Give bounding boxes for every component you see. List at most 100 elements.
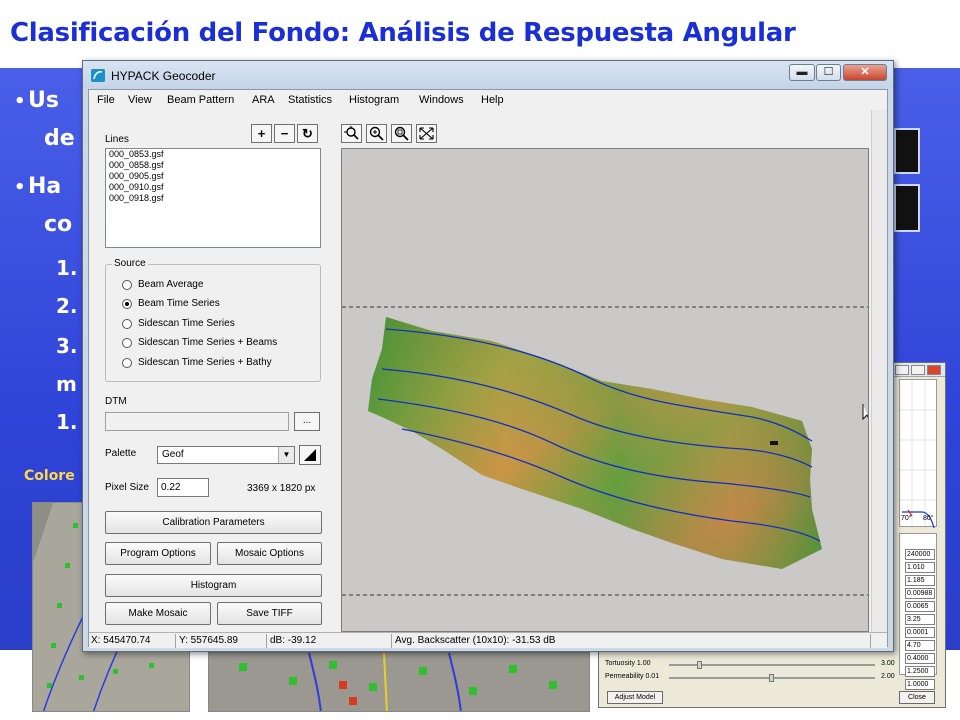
palette-triangle-icon: [304, 449, 316, 461]
permeability-thumb[interactable]: [769, 674, 774, 682]
menu-bar: File View Beam Pattern ARA Statistics Hi…: [89, 90, 887, 110]
zoom-extents-icon: [419, 127, 434, 140]
source-label: Source: [112, 258, 148, 269]
program-options-button[interactable]: Program Options: [105, 542, 211, 565]
minimize-button[interactable]: ▬: [789, 64, 815, 81]
subbullet-1: 1.: [56, 256, 78, 280]
status-y-coordinate: Y: 557645.89: [177, 634, 267, 648]
palette-select[interactable]: Geof ▼: [157, 446, 295, 464]
zoom-pan-icon: [344, 126, 359, 140]
mouse-cursor-icon: [862, 404, 868, 421]
lines-list[interactable]: 000_0853.gsf 000_0858.gsf 000_0905.gsf 0…: [105, 148, 321, 248]
bullet-1: • Us: [14, 88, 59, 113]
menu-ara[interactable]: ARA: [252, 94, 275, 106]
status-db: dB: -39.12: [268, 634, 392, 648]
tortuosity-slider[interactable]: Tortuosity 1.00 3.00: [605, 660, 935, 670]
axis-label-70: 70°: [901, 515, 912, 522]
subbullet-3: 3.: [56, 334, 78, 358]
zoom-box-button[interactable]: [391, 124, 412, 143]
list-item[interactable]: 000_0853.gsf: [106, 149, 320, 160]
zoom-box-icon: [394, 126, 409, 141]
permeability-slider[interactable]: Permeability 0.01 2.00: [605, 673, 935, 683]
vertical-scrollbar[interactable]: [871, 110, 887, 632]
zoom-in-button[interactable]: [366, 124, 387, 143]
param-value-5[interactable]: 0.0065: [905, 601, 935, 612]
lines-label: Lines: [105, 134, 129, 145]
close-button[interactable]: ✕: [843, 64, 887, 81]
bullet-2-cont: co: [44, 212, 73, 237]
radio-button[interactable]: [122, 319, 132, 329]
param-value-1[interactable]: 240000: [905, 549, 935, 560]
add-line-button[interactable]: +: [251, 124, 272, 143]
mosaic-map-view[interactable]: [341, 148, 869, 632]
radio-button[interactable]: [122, 358, 132, 368]
bullet-1-cont: de: [44, 126, 75, 151]
angular-response-plot: [899, 379, 938, 529]
mosaic-options-button[interactable]: Mosaic Options: [217, 542, 322, 565]
pixel-size-input[interactable]: 0.22: [157, 478, 209, 497]
zoom-in-icon: [369, 126, 384, 141]
param-value-6[interactable]: 3.25: [905, 614, 935, 625]
slide-title: Clasificación del Fondo: Análisis de Res…: [10, 18, 796, 48]
subbullet-4: 1.: [56, 410, 78, 434]
tortuosity-thumb[interactable]: [697, 661, 702, 669]
menu-view[interactable]: View: [128, 94, 152, 106]
list-item[interactable]: 000_0918.gsf: [106, 193, 320, 204]
palette-label: Palette: [105, 448, 137, 459]
pixel-size-label: Pixel Size: [105, 482, 149, 493]
param-value-7[interactable]: 0.0001: [905, 627, 935, 638]
geocoder-window[interactable]: HYPACK Geocoder ▬ ☐ ✕ File View Beam Pat…: [82, 60, 894, 652]
source-group: Source Beam Average Beam Time Series Sid…: [105, 258, 321, 382]
histogram-button[interactable]: Histogram: [105, 574, 322, 597]
calibration-parameters-button[interactable]: Calibration Parameters: [105, 511, 322, 534]
palette-edit-button[interactable]: [299, 445, 321, 465]
chevron-down-icon[interactable]: ▼: [278, 447, 294, 463]
model-close-button[interactable]: Close: [899, 691, 935, 704]
menu-histogram[interactable]: Histogram: [349, 94, 399, 106]
window-client-area: File View Beam Pattern ARA Statistics Hi…: [88, 89, 888, 648]
param-value-3[interactable]: 1.185: [905, 575, 935, 586]
status-avg-backscatter: Avg. Backscatter (10x10): -31.53 dB: [393, 634, 871, 648]
subbullet-2: 2.: [56, 294, 78, 318]
model-maximize-button[interactable]: [911, 365, 925, 375]
backscatter-thumbnail-bottom: [208, 652, 590, 712]
menu-statistics[interactable]: Statistics: [288, 94, 332, 106]
axis-label-80: 80°: [923, 515, 934, 522]
param-value-2[interactable]: 1.010: [905, 562, 935, 573]
backscatter-mosaic: [342, 306, 868, 596]
save-tiff-button[interactable]: Save TIFF: [217, 602, 322, 625]
remove-line-button[interactable]: −: [274, 124, 295, 143]
menu-help[interactable]: Help: [481, 94, 504, 106]
dtm-field[interactable]: [105, 412, 289, 431]
bullet-2: • Ha: [14, 174, 62, 199]
refresh-lines-button[interactable]: ↻: [297, 124, 318, 143]
mosaic-dimensions: 3369 x 1820 px: [247, 483, 316, 494]
maximize-button[interactable]: ☐: [816, 64, 841, 81]
radio-button[interactable]: [122, 280, 132, 290]
colored-label: Colore: [24, 468, 75, 484]
zoom-extents-button[interactable]: [416, 124, 437, 143]
status-x-coordinate: X: 545470.74: [89, 634, 176, 648]
subbullet-3-cont: m: [56, 372, 77, 396]
list-item[interactable]: 000_0910.gsf: [106, 182, 320, 193]
menu-windows[interactable]: Windows: [419, 94, 464, 106]
hypack-app-icon: [91, 69, 105, 82]
menu-beam-pattern[interactable]: Beam Pattern: [167, 94, 234, 106]
status-bar: X: 545470.74 Y: 557645.89 dB: -39.12 Avg…: [89, 632, 887, 648]
window-titlebar[interactable]: HYPACK Geocoder ▬ ☐ ✕: [83, 61, 893, 89]
list-item[interactable]: 000_0858.gsf: [106, 160, 320, 171]
param-value-4[interactable]: 0.00988: [905, 588, 935, 599]
radio-button-selected[interactable]: [122, 299, 132, 309]
param-value-8[interactable]: 4.70: [905, 640, 935, 651]
make-mosaic-button[interactable]: Make Mosaic: [105, 602, 211, 625]
radio-button[interactable]: [122, 338, 132, 348]
list-item[interactable]: 000_0905.gsf: [106, 171, 320, 182]
model-minimize-button[interactable]: [895, 365, 909, 375]
window-title: HYPACK Geocoder: [111, 69, 216, 83]
dark-panel-1: [894, 128, 920, 174]
zoom-pan-button[interactable]: [341, 124, 362, 143]
adjust-model-button[interactable]: Adjust Model: [607, 691, 663, 704]
dtm-browse-button[interactable]: ...: [294, 412, 320, 431]
menu-file[interactable]: File: [97, 94, 115, 106]
model-close-icon[interactable]: [927, 365, 941, 375]
